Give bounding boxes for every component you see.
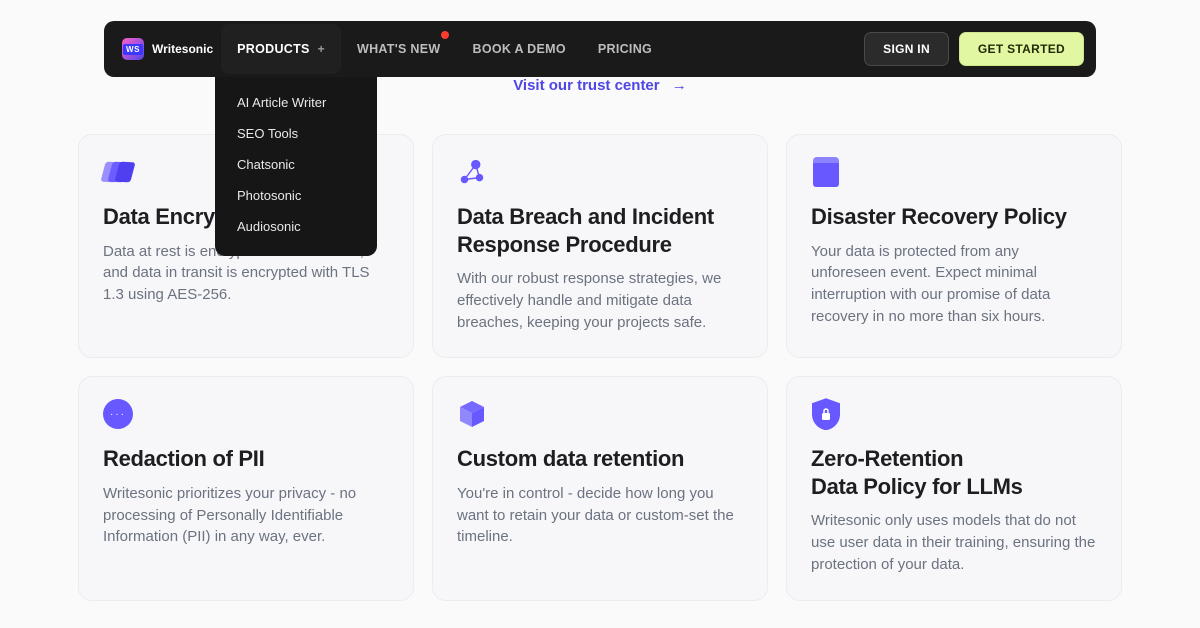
nav-label: PRODUCTS bbox=[237, 42, 310, 56]
card-title: Data Breach and Incident Response Proced… bbox=[457, 203, 743, 258]
pii-icon: ··· bbox=[103, 399, 133, 429]
plus-icon: + bbox=[318, 42, 325, 56]
dropdown-item-chatsonic[interactable]: Chatsonic bbox=[215, 149, 377, 180]
card-redaction-pii: ··· Redaction of PII Writesonic prioriti… bbox=[78, 376, 414, 600]
products-dropdown: AI Article Writer SEO Tools Chatsonic Ph… bbox=[215, 77, 377, 256]
nav-item-whats-new[interactable]: WHAT'S NEW bbox=[341, 21, 457, 77]
logo-icon: WS bbox=[122, 38, 144, 60]
card-disaster-recovery: Disaster Recovery Policy Your data is pr… bbox=[786, 134, 1122, 358]
nav-items: PRODUCTS + WHAT'S NEW BOOK A DEMO PRICIN… bbox=[221, 21, 668, 77]
encryption-icon bbox=[103, 157, 133, 187]
card-data-breach: Data Breach and Incident Response Proced… bbox=[432, 134, 768, 358]
arrow-right-icon: → bbox=[672, 77, 687, 94]
card-title: Custom data retention bbox=[457, 445, 743, 473]
trust-link-label: Visit our trust center bbox=[513, 77, 659, 94]
card-custom-retention: Custom data retention You're in control … bbox=[432, 376, 768, 600]
sign-in-button[interactable]: SIGN IN bbox=[864, 32, 949, 66]
nav-label: PRICING bbox=[598, 42, 652, 56]
dropdown-item-ai-article-writer[interactable]: AI Article Writer bbox=[215, 87, 377, 118]
brand-name: Writesonic bbox=[152, 42, 213, 56]
nav-item-book-demo[interactable]: BOOK A DEMO bbox=[457, 21, 582, 77]
card-title: Redaction of PII bbox=[103, 445, 389, 473]
nav-label: BOOK A DEMO bbox=[473, 42, 566, 56]
cube-icon bbox=[457, 399, 487, 429]
nav-item-pricing[interactable]: PRICING bbox=[582, 21, 668, 77]
card-desc: With our robust response strategies, we … bbox=[457, 268, 743, 333]
card-desc: Writesonic prioritizes your privacy - no… bbox=[103, 483, 389, 548]
network-icon bbox=[457, 157, 487, 187]
notebook-icon bbox=[811, 157, 841, 187]
shield-lock-icon bbox=[811, 399, 841, 429]
card-title: Zero-RetentionData Policy for LLMs bbox=[811, 445, 1097, 500]
trust-center-link[interactable]: Visit our trust center → bbox=[0, 77, 1200, 94]
card-desc: Your data is protected from any unforese… bbox=[811, 241, 1097, 328]
card-desc: You're in control - decide how long you … bbox=[457, 483, 743, 548]
get-started-button[interactable]: GET STARTED bbox=[959, 32, 1084, 66]
card-title: Disaster Recovery Policy bbox=[811, 203, 1097, 231]
nav-item-products[interactable]: PRODUCTS + bbox=[221, 24, 341, 74]
notification-badge-icon bbox=[441, 31, 449, 39]
nav-label: WHAT'S NEW bbox=[357, 42, 441, 56]
dropdown-item-seo-tools[interactable]: SEO Tools bbox=[215, 118, 377, 149]
card-zero-retention: Zero-RetentionData Policy for LLMs Write… bbox=[786, 376, 1122, 600]
dropdown-item-audiosonic[interactable]: Audiosonic bbox=[215, 211, 377, 242]
dropdown-item-photosonic[interactable]: Photosonic bbox=[215, 180, 377, 211]
logo-text: WS bbox=[123, 44, 143, 55]
card-desc: Writesonic only uses models that do not … bbox=[811, 510, 1097, 575]
top-navbar: WS Writesonic PRODUCTS + WHAT'S NEW BOOK… bbox=[104, 21, 1096, 77]
